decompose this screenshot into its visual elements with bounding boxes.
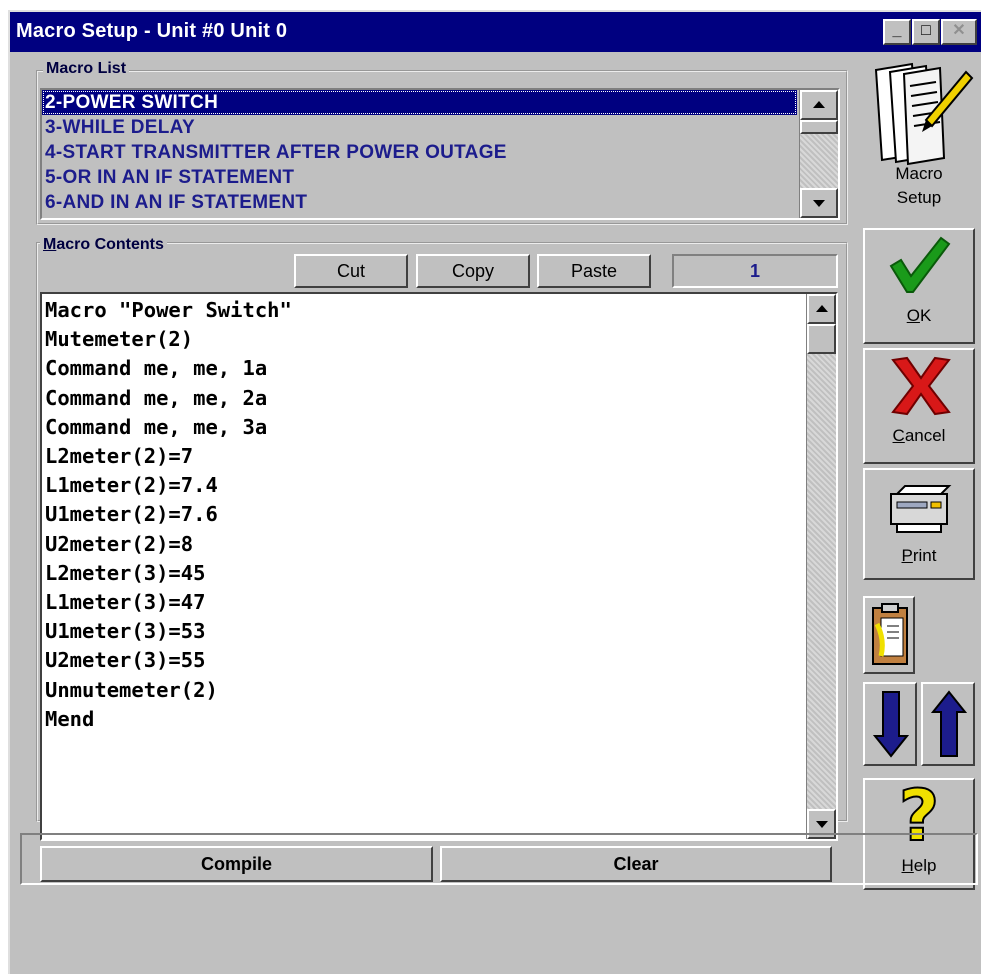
close-button[interactable]: ✕ xyxy=(941,19,977,45)
editor-scroll-up-button[interactable] xyxy=(807,294,836,324)
macro-list-item[interactable]: 6-AND IN AN IF STATEMENT xyxy=(42,190,797,215)
macro-contents-label: Macro Contents xyxy=(40,236,167,254)
code-line: Command me, me, 1a xyxy=(45,356,268,381)
macro-listbox[interactable]: 2-POWER SWITCH 3-WHILE DELAY 4-START TRANS… xyxy=(40,88,840,220)
minimize-button[interactable]: _ xyxy=(883,19,911,45)
arrow-up-icon xyxy=(813,101,825,108)
editor-scrollbar[interactable] xyxy=(806,294,836,839)
move-up-button[interactable] xyxy=(921,682,975,766)
cancel-button[interactable]: Cancel xyxy=(863,348,975,464)
macro-list-label: Macro List xyxy=(43,60,130,78)
code-line: Command me, me, 3a xyxy=(45,414,268,439)
macro-list-item[interactable]: 5-OR IN AN IF STATEMENT xyxy=(42,165,797,190)
arrow-down-icon xyxy=(815,821,828,828)
code-line: L2meter(2)=7 xyxy=(45,444,194,469)
code-line: L1meter(3)=47 xyxy=(45,590,206,615)
code-line: Unmutemeter(2) xyxy=(45,677,218,702)
scroll-thumb[interactable] xyxy=(800,120,838,134)
checkmark-icon xyxy=(887,236,951,296)
macro-setup-icon xyxy=(868,58,976,168)
copy-button[interactable]: Copy xyxy=(416,254,530,288)
code-line: Macro "Power Switch" xyxy=(45,298,292,322)
code-line: Mutemeter(2) xyxy=(45,327,194,352)
scroll-up-button[interactable] xyxy=(800,90,838,120)
minimize-icon: _ xyxy=(892,22,902,39)
editor-scroll-thumb[interactable] xyxy=(807,324,836,354)
macro-setup-line2: Setup xyxy=(896,188,942,207)
arrow-down-icon xyxy=(813,200,825,207)
code-line: U2meter(2)=8 xyxy=(45,531,194,556)
x-icon xyxy=(889,356,953,416)
code-line: U1meter(3)=53 xyxy=(45,619,206,644)
ok-label: OK xyxy=(906,306,932,325)
window-title: Macro Setup - Unit #0 Unit 0 xyxy=(16,20,288,42)
cut-button[interactable]: Cut xyxy=(294,254,408,288)
clipboard-button[interactable] xyxy=(863,596,915,674)
close-icon: ✕ xyxy=(952,22,966,39)
code-line: U1meter(2)=7.6 xyxy=(45,502,218,527)
down-arrow-icon xyxy=(872,690,910,763)
macro-list-item[interactable]: 2-POWER SWITCH xyxy=(42,90,797,115)
code-line: Command me, me, 2a xyxy=(45,385,268,410)
macro-setup-line1: Macro xyxy=(895,164,943,183)
print-label: Print xyxy=(901,546,937,565)
macro-editor[interactable]: Macro "Power Switch" Mutemeter(2) Command … xyxy=(40,292,838,841)
code-line: U2meter(3)=55 xyxy=(45,648,206,673)
maximize-icon: □ xyxy=(921,22,931,39)
macro-list-item[interactable]: 3-WHILE DELAY xyxy=(42,115,797,140)
move-down-button[interactable] xyxy=(863,682,917,766)
ok-button[interactable]: OK xyxy=(863,228,975,344)
code-line: L2meter(3)=45 xyxy=(45,560,206,585)
macro-setup-window: Macro Setup - Unit #0 Unit 0 _ □ ✕ Macro… xyxy=(8,10,981,974)
clipboard-icon xyxy=(869,602,911,673)
code-line: L1meter(2)=7.4 xyxy=(45,473,218,498)
printer-icon xyxy=(887,476,953,536)
print-button[interactable]: Print xyxy=(863,468,975,580)
paste-button[interactable]: Paste xyxy=(537,254,651,288)
arrow-up-icon xyxy=(815,305,828,312)
code-line: Mend xyxy=(45,706,95,731)
status-bar xyxy=(20,833,978,885)
macro-list-item[interactable]: 4-START TRANSMITTER AFTER POWER OUTAGE xyxy=(42,140,797,165)
title-bar[interactable]: Macro Setup - Unit #0 Unit 0 _ □ ✕ xyxy=(10,12,981,52)
macro-list-scrollbar[interactable] xyxy=(799,90,838,218)
cancel-label: Cancel xyxy=(892,426,946,445)
scroll-down-button[interactable] xyxy=(800,188,838,218)
up-arrow-icon xyxy=(930,690,968,763)
line-number-display: 1 xyxy=(672,254,838,288)
maximize-button[interactable]: □ xyxy=(912,19,940,45)
